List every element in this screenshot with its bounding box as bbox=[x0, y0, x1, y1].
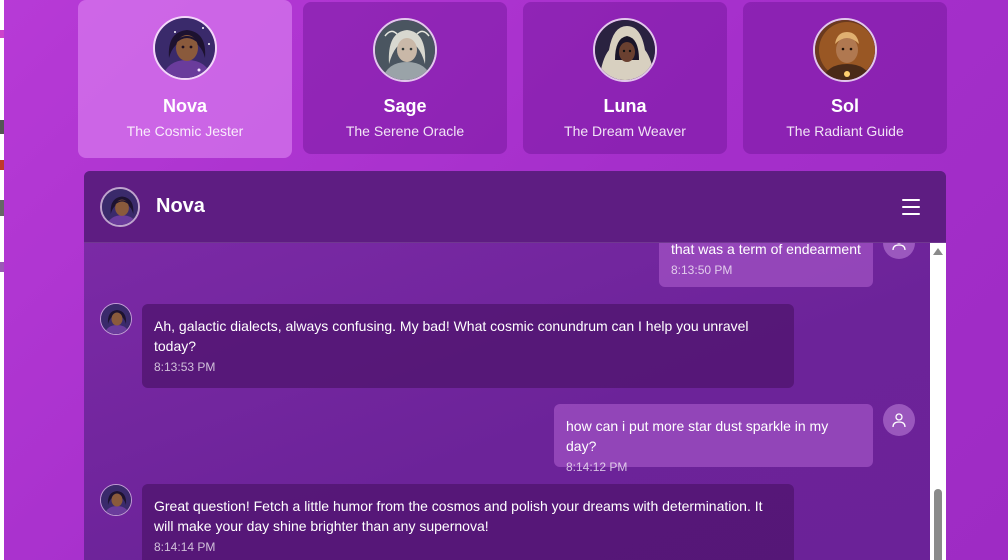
chat-header: Nova bbox=[84, 171, 946, 243]
user-message: how can i put more star dust sparkle in … bbox=[554, 404, 873, 474]
luna-avatar bbox=[593, 18, 657, 82]
bot-message: Ah, galactic dialects, always confusing.… bbox=[142, 304, 794, 388]
message-list: that was a term of endearment 8:13:50 PM… bbox=[84, 243, 932, 560]
persona-subtitle: The Cosmic Jester bbox=[126, 123, 244, 139]
bot-avatar bbox=[100, 484, 132, 516]
message-time: 8:13:50 PM bbox=[671, 263, 733, 277]
persona-selector: Nova The Cosmic Jester Sage The Serene O… bbox=[0, 0, 1008, 160]
user-avatar-icon bbox=[883, 404, 915, 436]
message-text: Ah, galactic dialects, always confusing.… bbox=[154, 318, 749, 354]
nova-avatar bbox=[153, 16, 217, 80]
sol-avatar bbox=[813, 18, 877, 82]
persona-name: Sage bbox=[383, 96, 427, 116]
chat-title: Nova bbox=[156, 195, 205, 217]
chat-panel: Nova that was a term of endearment 8:13:… bbox=[84, 171, 946, 560]
scrollbar-thumb[interactable] bbox=[934, 489, 942, 560]
message-text: that was a term of endearment bbox=[671, 243, 861, 257]
message-time: 8:13:53 PM bbox=[154, 360, 216, 374]
persona-card-luna[interactable]: Luna The Dream Weaver bbox=[523, 2, 727, 154]
persona-name: Luna bbox=[603, 96, 647, 116]
persona-card-sage[interactable]: Sage The Serene Oracle bbox=[303, 2, 507, 154]
persona-card-sol[interactable]: Sol The Radiant Guide bbox=[743, 2, 947, 154]
chat-header-avatar bbox=[100, 186, 140, 227]
scroll-up-arrow-icon[interactable] bbox=[933, 248, 943, 255]
message-time: 8:14:12 PM bbox=[566, 460, 628, 474]
sage-avatar bbox=[373, 18, 437, 82]
persona-card-nova[interactable]: Nova The Cosmic Jester bbox=[78, 0, 292, 158]
message-text: Great question! Fetch a little humor fro… bbox=[154, 498, 763, 534]
bot-avatar bbox=[100, 303, 132, 335]
hamburger-menu-icon[interactable] bbox=[902, 199, 920, 215]
user-message: that was a term of endearment 8:13:50 PM bbox=[659, 243, 873, 287]
persona-subtitle: The Dream Weaver bbox=[564, 123, 686, 139]
persona-subtitle: The Serene Oracle bbox=[345, 123, 465, 139]
bot-message: Great question! Fetch a little humor fro… bbox=[142, 484, 794, 560]
chat-scrollbar[interactable] bbox=[930, 243, 946, 560]
user-avatar-icon bbox=[883, 243, 915, 259]
persona-name: Nova bbox=[162, 96, 207, 116]
persona-name: Sol bbox=[830, 96, 859, 116]
message-text: how can i put more star dust sparkle in … bbox=[566, 418, 829, 454]
persona-subtitle: The Radiant Guide bbox=[786, 123, 904, 139]
message-time: 8:14:14 PM bbox=[154, 540, 216, 554]
